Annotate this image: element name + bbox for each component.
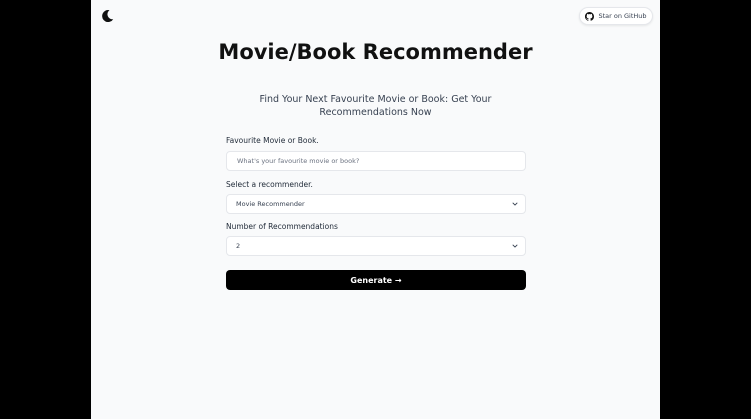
favourite-field[interactable]: [226, 151, 526, 171]
favourite-label: Favourite Movie or Book.: [226, 136, 319, 145]
count-label: Number of Recommendations: [226, 222, 338, 231]
github-button-label: Star on GitHub: [598, 12, 647, 20]
generate-button[interactable]: Generate →: [226, 270, 526, 290]
header: Star on GitHub: [91, 0, 660, 32]
page-title: Movie/Book Recommender: [218, 40, 533, 64]
count-select[interactable]: 2: [226, 236, 526, 256]
chevron-down-icon: [510, 199, 520, 209]
page-subtitle: Find Your Next Favourite Movie or Book: …: [259, 94, 492, 118]
recommender-select[interactable]: Movie Recommender: [226, 194, 526, 214]
recommender-label: Select a recommender.: [226, 180, 313, 189]
favourite-input[interactable]: [227, 152, 525, 170]
recommender-value: Movie Recommender: [236, 200, 305, 208]
moon-icon[interactable]: [99, 8, 115, 24]
page: Star on GitHub Movie/Book Recommender Fi…: [91, 0, 660, 419]
chevron-down-icon: [510, 241, 520, 251]
count-value: 2: [236, 242, 241, 250]
github-icon: [585, 11, 595, 21]
star-on-github-button[interactable]: Star on GitHub: [579, 7, 653, 25]
